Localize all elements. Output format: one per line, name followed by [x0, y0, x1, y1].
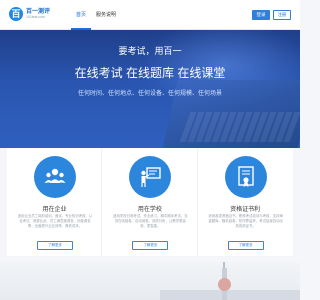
tower-sphere — [218, 278, 231, 291]
card-title: 资格证书利 — [230, 207, 261, 213]
card-certificate: 资格证书利 适用各类资格证书、职称考试培训与考核，支持海量题库、随机组卷、防作弊… — [197, 148, 293, 256]
hero-tagline: 任何时间、任何地点、任何设备、任何规模、任何场景 — [77, 91, 222, 97]
feature-cards: 用在企业 适用企业员工岗前培训、面试、专业知识考核、认证考试、竞赛比武、员工满意… — [7, 148, 293, 256]
logo-subtitle: 101test.com — [26, 15, 46, 19]
register-button[interactable]: 注册 — [273, 10, 291, 20]
logo-mark-icon: 百 — [9, 7, 23, 21]
hero-subtitle: 在线考试 在线题库 在线课堂 — [74, 66, 226, 80]
logo-name: 百一测评 — [26, 9, 51, 15]
nav-item-home[interactable]: 首页 — [71, 0, 92, 30]
card-title: 用在学校 — [137, 207, 162, 213]
card-description: 适用学校日常考试、作业练习、期中期末考试，支持在线组卷、自动阅卷、成绩分析，让教… — [113, 214, 188, 228]
login-button[interactable]: 登录 — [252, 10, 270, 20]
hero-banner: 要考试，用百一 在线考试 在线题库 在线课堂 任何时间、任何地点、任何设备、任何… — [0, 30, 300, 148]
nav-item-service[interactable]: 服务说明 — [91, 0, 121, 30]
learn-more-button[interactable]: 了解更多 — [132, 241, 169, 250]
learn-more-button[interactable]: 了解更多 — [37, 241, 73, 250]
learn-more-button[interactable]: 了解更多 — [227, 241, 264, 250]
certificate-icon — [224, 156, 267, 198]
card-enterprise: 用在企业 适用企业员工岗前培训、面试、专业知识考核、认证考试、竞赛比武、员工满意… — [7, 148, 103, 256]
people-icon — [34, 156, 76, 198]
card-description: 适用企业员工岗前培训、面试、专业知识考核、认证考试、竞赛比武、员工满意度调查、问… — [17, 214, 93, 228]
hero-title: 要考试，用百一 — [118, 46, 182, 56]
top-header: 百 百一测评 101test.com 首页 服务说明 登录 注册 — [0, 0, 300, 30]
skyline-shape — [160, 290, 300, 300]
card-description: 适用各类资格证书、职称考试培训与考核，支持海量题库、随机组卷、防作弊监考，考试结… — [208, 214, 283, 228]
card-school: 用在学校 适用学校日常考试、作业练习、期中期末考试，支持在线组卷、自动阅卷、成绩… — [102, 148, 198, 256]
teacher-icon — [129, 156, 172, 198]
main-nav: 首页 服务说明 — [71, 0, 121, 30]
site-logo[interactable]: 百 百一测评 101test.com — [9, 6, 59, 24]
hero-keyboard-image — [179, 112, 300, 142]
card-title: 用在企业 — [42, 207, 67, 213]
footer-cityscape-image — [0, 262, 300, 300]
